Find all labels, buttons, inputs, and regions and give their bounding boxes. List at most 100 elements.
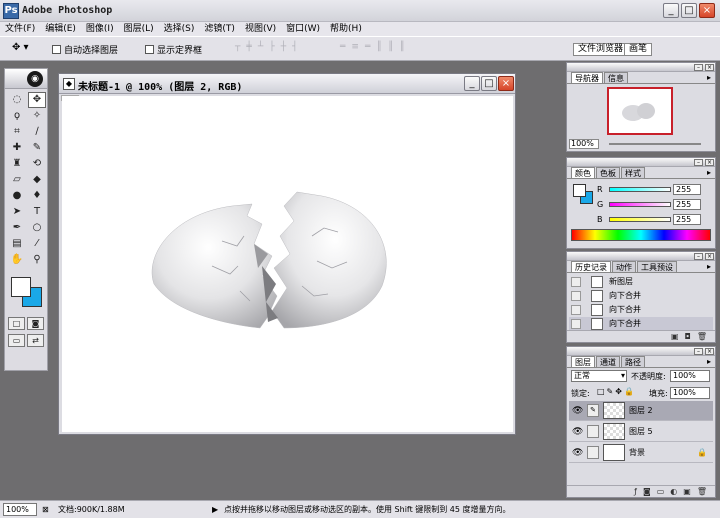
type-icon[interactable]: T <box>28 204 46 220</box>
quick-mask-icon[interactable]: ◙ <box>27 317 44 330</box>
path-select-icon[interactable]: ➤ <box>8 204 26 220</box>
tab-swatches[interactable]: 色板 <box>596 167 620 178</box>
eyedropper-icon[interactable]: ⁄ <box>28 236 46 252</box>
minimize-button[interactable]: _ <box>663 3 679 18</box>
doc-minimize-button[interactable]: _ <box>464 76 480 91</box>
lock-options-icons[interactable]: □✎✥🔒 <box>597 387 636 396</box>
toolbox-header[interactable]: ◉ <box>5 69 47 89</box>
menu-image[interactable]: 图像(I) <box>81 22 119 36</box>
menu-select[interactable]: 选择(S) <box>159 22 200 36</box>
fill-field[interactable]: 100% <box>670 387 710 399</box>
file-browser-tab[interactable]: 文件浏览器 <box>573 43 629 56</box>
color-slider-r[interactable]: R 255 <box>597 184 713 196</box>
navigator-close-icon[interactable]: × <box>705 64 714 71</box>
layer-set-icon[interactable]: ▭ <box>657 486 665 497</box>
history-menu-icon[interactable]: ▸ <box>707 261 711 272</box>
distribute-left-icon[interactable]: ║ <box>376 42 382 56</box>
history-source-checkbox[interactable] <box>571 305 581 315</box>
navigator-menu-icon[interactable]: ▸ <box>707 72 711 83</box>
auto-select-checkbox[interactable] <box>52 45 61 54</box>
notes-icon[interactable]: ▤ <box>8 236 26 252</box>
hand-icon[interactable]: ✋ <box>8 252 26 268</box>
clone-stamp-icon[interactable]: ♜ <box>8 156 26 172</box>
crop-icon[interactable]: ⌗ <box>8 124 26 140</box>
new-document-from-state-icon[interactable]: ▣ <box>671 331 679 342</box>
history-source-checkbox[interactable] <box>571 319 581 329</box>
align-middle-icon[interactable]: ╪ <box>246 42 252 56</box>
link-icon[interactable] <box>587 446 599 459</box>
document-size[interactable]: 文档:900K/1.88M <box>58 504 125 516</box>
menu-view[interactable]: 视图(V) <box>240 22 281 36</box>
distribute-middle-icon[interactable]: ≡ <box>351 42 360 56</box>
color-b-value[interactable]: 255 <box>673 214 701 225</box>
adjustment-layer-icon[interactable]: ◐ <box>670 486 677 497</box>
layers-close-icon[interactable]: × <box>705 348 714 355</box>
paint-bucket-icon[interactable]: ◆ <box>28 172 46 188</box>
navigator-preview[interactable] <box>607 87 673 135</box>
menu-file[interactable]: 文件(F) <box>0 22 40 36</box>
status-menu-arrow-icon[interactable]: ▶ <box>212 504 218 516</box>
layer-name[interactable]: 背景 <box>629 443 645 463</box>
color-g-gradient[interactable] <box>609 202 671 207</box>
history-close-icon[interactable]: × <box>705 253 714 260</box>
color-r-gradient[interactable] <box>609 187 671 192</box>
layer-row[interactable]: 👁 图层 5 <box>569 422 713 442</box>
layers-menu-icon[interactable]: ▸ <box>707 356 711 367</box>
adobe-online-icon[interactable]: ◉ <box>27 71 43 87</box>
menu-help[interactable]: 帮助(H) <box>325 22 367 36</box>
navigator-zoom-slider[interactable] <box>609 143 701 145</box>
document-canvas[interactable] <box>62 96 513 432</box>
layers-minimize-icon[interactable]: – <box>694 348 703 355</box>
distribute-buttons[interactable]: ═ ≡ ═ ║ ║ ║ <box>340 42 406 56</box>
navigator-zoom-value[interactable]: 100% <box>569 139 599 149</box>
align-left-icon[interactable]: ├ <box>269 42 275 56</box>
marquee-icon[interactable]: ◌ <box>8 92 26 108</box>
tab-paths[interactable]: 路径 <box>621 356 645 367</box>
new-layer-icon[interactable]: ▣ <box>683 486 691 497</box>
history-source-checkbox[interactable] <box>571 291 581 301</box>
color-panel-header[interactable]: – × <box>567 158 715 167</box>
distribute-bottom-icon[interactable]: ═ <box>365 42 371 56</box>
shape-icon[interactable]: ○ <box>28 220 46 236</box>
maximize-button[interactable]: □ <box>681 3 697 18</box>
history-minimize-icon[interactable]: – <box>694 253 703 260</box>
move-icon[interactable]: ✥ <box>28 92 46 108</box>
color-menu-icon[interactable]: ▸ <box>707 167 711 178</box>
align-bottom-icon[interactable]: ┴ <box>258 42 264 56</box>
layer-row[interactable]: 👁 背景 🔒 <box>569 443 713 463</box>
foreground-color[interactable] <box>11 277 31 297</box>
tab-history[interactable]: 历史记录 <box>571 261 611 272</box>
tab-styles[interactable]: 样式 <box>621 167 645 178</box>
distribute-right-icon[interactable]: ║ <box>399 42 405 56</box>
align-right-icon[interactable]: ┤ <box>292 42 298 56</box>
eye-icon[interactable]: 👁 <box>572 405 583 417</box>
show-bounds-option[interactable]: 显示定界框 <box>145 43 202 56</box>
color-slider-b[interactable]: B 255 <box>597 214 713 226</box>
show-bounds-checkbox[interactable] <box>145 45 154 54</box>
auto-select-option[interactable]: 自动选择图层 <box>52 43 118 56</box>
color-close-icon[interactable]: × <box>705 159 714 166</box>
tab-layers[interactable]: 图层 <box>571 356 595 367</box>
new-snapshot-icon[interactable]: ◘ <box>685 331 691 342</box>
color-slider-g[interactable]: G 255 <box>597 199 713 211</box>
eraser-icon[interactable]: ▱ <box>8 172 26 188</box>
delete-state-icon[interactable]: 🗑 <box>697 331 707 342</box>
navigator-panel-header[interactable]: – × <box>567 63 715 72</box>
history-item[interactable]: 向下合并 <box>569 289 713 303</box>
menu-edit[interactable]: 编辑(E) <box>40 22 81 36</box>
layer-row[interactable]: 👁 ✎ 图层 2 <box>569 401 713 421</box>
screen-mode-icon[interactable]: ▭ <box>8 334 25 347</box>
layer-name[interactable]: 图层 2 <box>629 401 653 421</box>
move-tool-icon[interactable]: ✥ ▾ <box>12 42 42 56</box>
dodge-icon[interactable]: ♦ <box>28 188 46 204</box>
tab-info[interactable]: 信息 <box>604 72 628 83</box>
brush-icon[interactable]: ✎ <box>28 140 46 156</box>
close-button[interactable]: × <box>699 3 715 18</box>
color-g-value[interactable]: 255 <box>673 199 701 210</box>
align-center-icon[interactable]: ┼ <box>281 42 287 56</box>
distribute-center-icon[interactable]: ║ <box>388 42 394 56</box>
lasso-icon[interactable]: ϙ <box>8 108 26 124</box>
slice-icon[interactable]: ∕ <box>28 124 46 140</box>
document-titlebar[interactable]: ◆ 未标题-1 @ 100% (图层 2, RGB) _ □ × <box>59 74 515 94</box>
tab-color[interactable]: 颜色 <box>571 167 595 178</box>
